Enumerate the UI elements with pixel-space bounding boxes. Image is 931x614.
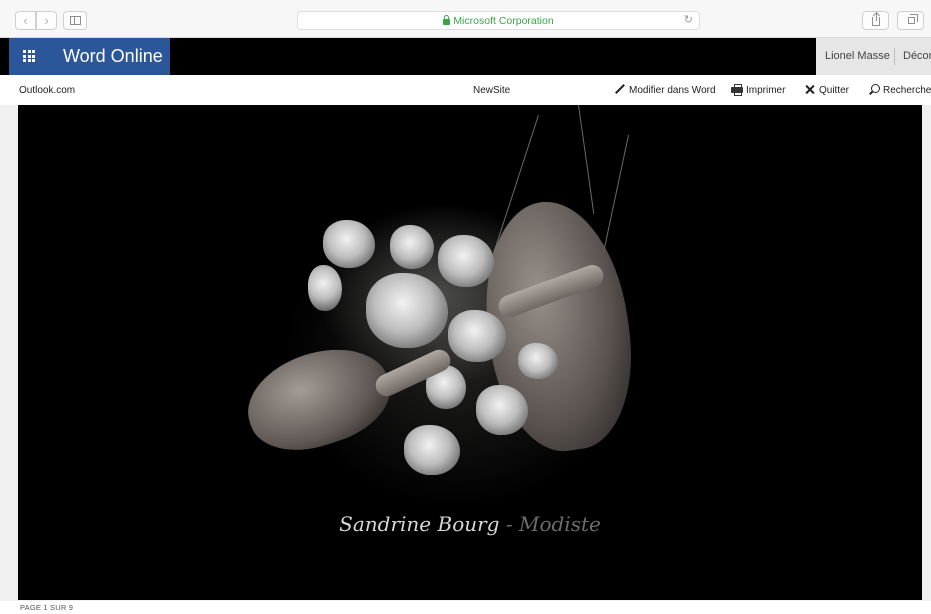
sidebar-toggle-button[interactable] [63,11,87,30]
chevron-right-icon: › [44,13,49,28]
share-button[interactable] [862,11,889,30]
waffle-icon [23,50,35,62]
lock-icon [443,15,451,25]
search-icon [868,84,880,95]
address-text: Microsoft Corporation [298,15,699,27]
lace-flower [390,225,434,269]
outlook-link[interactable]: Outlook.com [19,85,75,96]
back-button[interactable]: ‹ [15,11,36,30]
address-label: Microsoft Corporation [453,15,554,27]
lace-flower [366,273,448,348]
pencil-icon [614,84,626,95]
signout-link[interactable]: Déconnexion [903,50,931,62]
chevron-left-icon: ‹ [23,13,28,28]
search-label: Rechercher [883,85,931,96]
lace-flower [438,235,494,287]
caption-name: Sandrine Bourg [339,512,500,536]
command-bar: Outlook.com NewSite Modifier dans Word I… [0,75,931,105]
page-caption: Sandrine Bourg - Modiste [18,512,922,536]
user-name[interactable]: Lionel Masse [825,50,890,62]
app-launcher-button[interactable] [9,38,49,75]
browser-toolbar: ‹ › Microsoft Corporation ↻ [0,0,931,38]
address-bar[interactable]: Microsoft Corporation ↻ [297,11,700,30]
user-area: Lionel Masse Déconnexion [816,38,931,75]
printer-icon [731,84,743,96]
edit-in-word-button[interactable]: Modifier dans Word [614,84,716,96]
search-button[interactable]: Rechercher [868,84,931,96]
close-icon [804,84,816,95]
quit-label: Quitter [819,85,850,96]
sidebar-icon [70,16,81,25]
share-icon [872,13,880,26]
app-brand-link[interactable]: Word Online [49,38,170,75]
lace-flower [308,265,342,311]
document-page: Sandrine Bourg - Modiste [18,105,922,600]
status-bar: PAGE 1 SUR 9 [0,601,931,614]
lace-flower [476,385,528,435]
document-viewer[interactable]: Sandrine Bourg - Modiste [0,105,931,601]
tabs-button[interactable] [897,11,924,30]
page-indicator: PAGE 1 SUR 9 [20,603,74,612]
caption-dash: - [505,512,513,536]
lace-flower [404,425,460,475]
forward-button[interactable]: › [36,11,57,30]
print-label: Imprimer [746,85,786,96]
reload-icon[interactable]: ↻ [684,13,693,26]
lace-flower [323,220,375,268]
tabs-icon [908,14,918,24]
caption-role: Modiste [518,512,601,536]
lace-flower [518,343,558,379]
print-button[interactable]: Imprimer [731,84,785,96]
lace-flower [448,310,506,362]
edit-label: Modifier dans Word [629,85,716,96]
quit-button[interactable]: Quitter [804,84,849,96]
user-separator [894,48,895,65]
document-title: NewSite [473,85,511,96]
